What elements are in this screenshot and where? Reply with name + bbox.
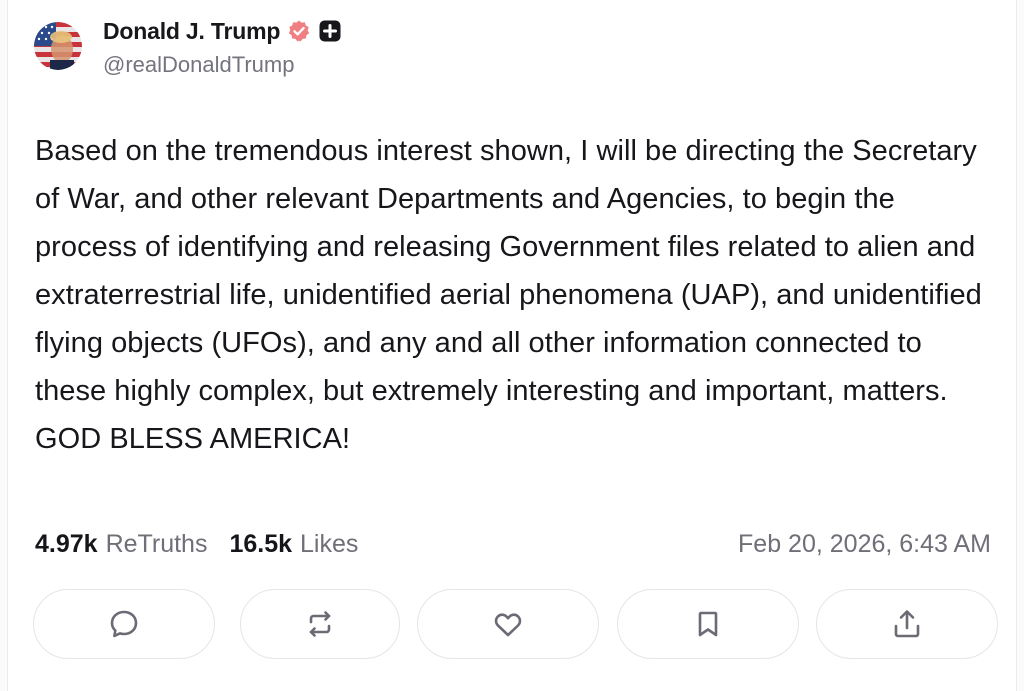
author-identity: Donald J. Trump @realDonaldTrump [103, 14, 342, 78]
repost-icon [309, 611, 331, 637]
retruth-button[interactable] [240, 589, 400, 659]
share-icon [894, 610, 920, 638]
share-button[interactable] [816, 589, 998, 659]
post-stats: 4.97k ReTruths 16.5k Likes Feb 20, 2026,… [35, 524, 991, 564]
post-timestamp: Feb 20, 2026, 6:43 AM [738, 529, 991, 558]
reply-button[interactable] [33, 589, 215, 659]
avatar[interactable] [34, 22, 82, 70]
retruths-label: ReTruths [105, 529, 208, 558]
user-handle[interactable]: @realDonaldTrump [103, 52, 342, 78]
action-bar [33, 589, 998, 661]
verified-badge-icon [287, 19, 311, 43]
post-card: Donald J. Trump @realDonaldTrump Based o… [7, 0, 1017, 691]
name-row: Donald J. Trump [103, 14, 342, 48]
plus-badge-icon [318, 19, 342, 43]
like-button[interactable] [417, 589, 599, 659]
retruths-stat[interactable]: 4.97k ReTruths [35, 530, 207, 559]
post-body: Based on the tremendous interest shown, … [35, 135, 982, 455]
flag-portrait-avatar-icon [34, 22, 82, 70]
bookmark-button[interactable] [617, 589, 799, 659]
bookmark-icon [698, 611, 718, 637]
display-name[interactable]: Donald J. Trump [103, 18, 280, 45]
likes-count: 16.5k [229, 529, 293, 558]
retruths-count: 4.97k [35, 529, 98, 558]
heart-icon [494, 613, 522, 637]
likes-label: Likes [300, 529, 359, 558]
likes-stat[interactable]: 16.5k Likes [229, 530, 358, 559]
comment-icon [110, 610, 138, 638]
